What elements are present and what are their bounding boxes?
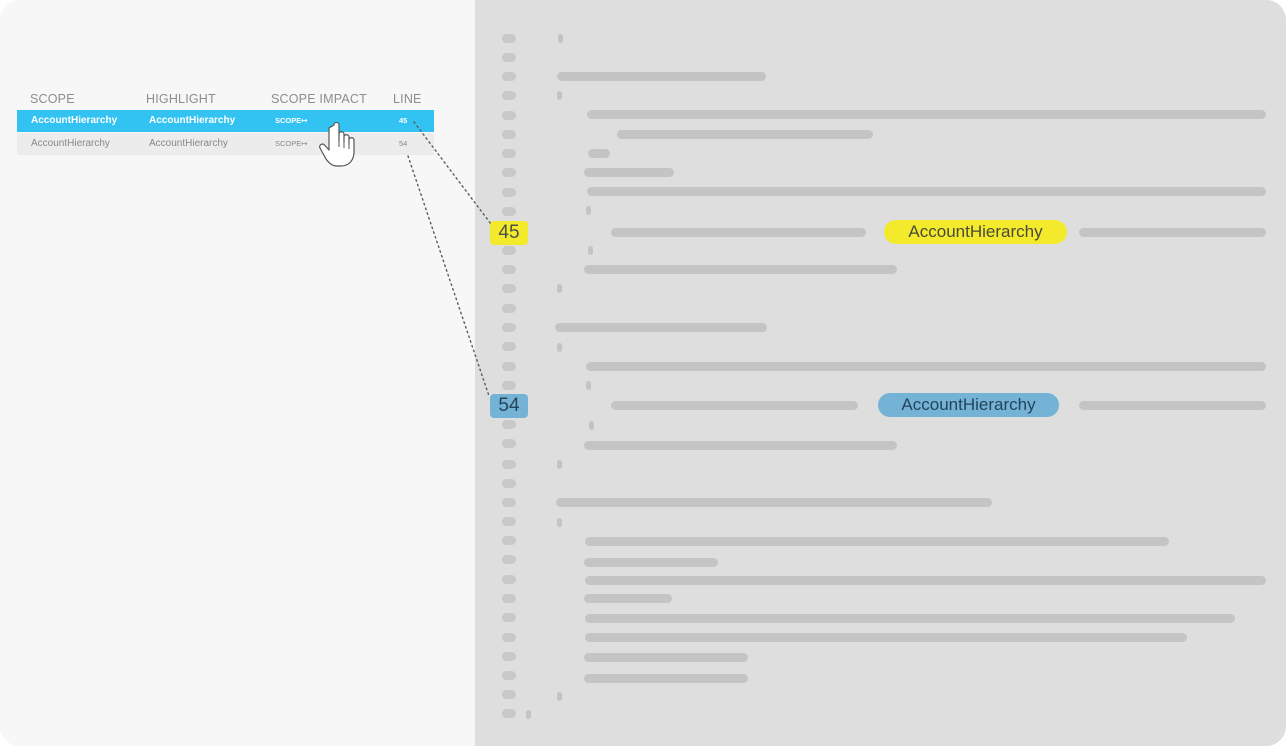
app-window: SCOPE HIGHLIGHT SCOPE IMPACT LINE Accoun…: [0, 0, 1286, 746]
row-to-line-connectors: [407, 121, 492, 397]
hand-pointer-icon: [319, 121, 355, 167]
connector-line-54: [407, 155, 490, 397]
